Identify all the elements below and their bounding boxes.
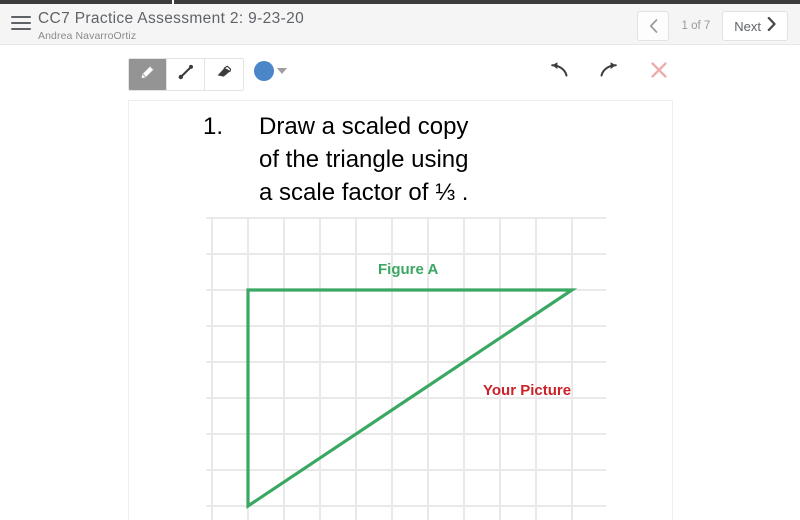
drawing-toolbar bbox=[128, 58, 673, 91]
page-indicator: 1 of 7 bbox=[681, 20, 711, 32]
eraser-icon bbox=[215, 63, 233, 86]
hamburger-icon[interactable] bbox=[11, 16, 31, 32]
close-x-icon bbox=[649, 60, 669, 85]
next-button-label: Next bbox=[734, 18, 761, 34]
redo-arrow-icon bbox=[598, 61, 620, 84]
app-root: CC7 Practice Assessment 2: 9-23-20 Andre… bbox=[0, 0, 800, 520]
line-icon bbox=[177, 63, 195, 86]
color-swatch[interactable] bbox=[254, 61, 274, 81]
question-text: Draw a scaled copy of the triangle using… bbox=[259, 113, 469, 206]
line-tool-button[interactable] bbox=[167, 59, 205, 90]
pagination-controls: 1 of 7 Next bbox=[637, 11, 788, 41]
worksheet-card: 1. Draw a scaled copy of the triangle us… bbox=[128, 100, 673, 520]
undo-arrow-icon bbox=[548, 61, 570, 84]
hamburger-bar bbox=[11, 22, 31, 24]
figure-a-label: Figure A bbox=[378, 261, 439, 278]
color-picker[interactable] bbox=[254, 61, 287, 81]
history-controls bbox=[547, 60, 671, 84]
question-block: 1. Draw a scaled copy of the triangle us… bbox=[203, 110, 468, 209]
undo-button[interactable] bbox=[547, 60, 571, 84]
clear-button[interactable] bbox=[647, 60, 671, 84]
hamburger-bar bbox=[11, 16, 31, 18]
pencil-icon bbox=[139, 63, 157, 86]
your-picture-label: Your Picture bbox=[483, 382, 572, 399]
author-name: Andrea NavarroOrtiz bbox=[38, 30, 137, 42]
redo-button[interactable] bbox=[597, 60, 621, 84]
tool-button-group bbox=[128, 58, 244, 91]
prev-page-button[interactable] bbox=[637, 11, 670, 41]
chevron-right-icon bbox=[767, 16, 776, 36]
question-number: 1. bbox=[203, 113, 224, 140]
app-header: CC7 Practice Assessment 2: 9-23-20 Andre… bbox=[0, 4, 800, 45]
chevron-left-icon bbox=[649, 19, 658, 33]
title-block: CC7 Practice Assessment 2: 9-23-20 Andre… bbox=[38, 9, 304, 43]
caret-down-icon[interactable] bbox=[277, 68, 287, 74]
hamburger-bar bbox=[11, 28, 31, 30]
eraser-tool-button[interactable] bbox=[205, 59, 243, 90]
page-title: CC7 Practice Assessment 2: 9-23-20 bbox=[38, 10, 305, 27]
figure-canvas[interactable]: Figure A Your Picture bbox=[206, 217, 606, 520]
pencil-tool-button[interactable] bbox=[129, 59, 167, 90]
next-page-button[interactable]: Next bbox=[722, 11, 788, 41]
